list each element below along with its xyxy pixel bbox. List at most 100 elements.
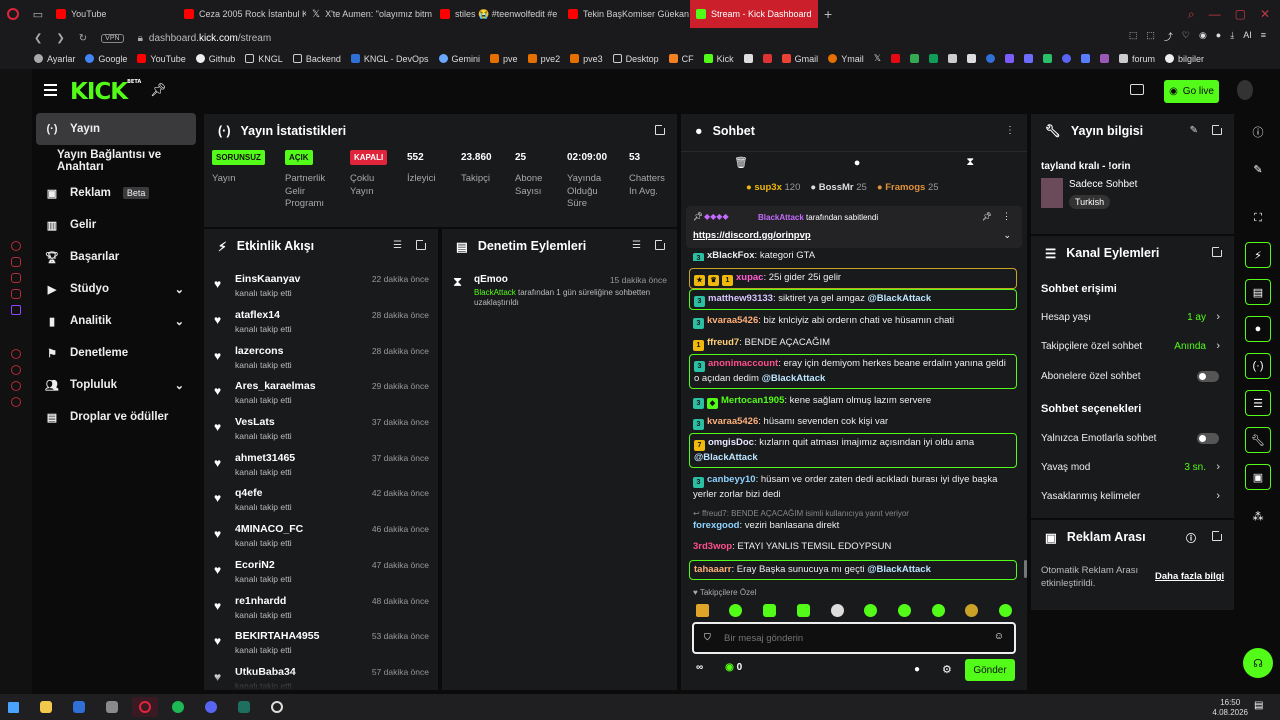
spotify-icon[interactable]: [165, 697, 191, 717]
bookmark-icon-only[interactable]: [966, 54, 976, 63]
reload-icon[interactable]: ↻: [79, 33, 87, 44]
setting-followers-only[interactable]: Takipçilere özel sohbet Anında ›: [1041, 338, 1226, 354]
workspace-icon[interactable]: ▭: [26, 0, 50, 28]
unpin-icon[interactable]: 📌︎: [982, 212, 992, 221]
bookmark[interactable]: Kick: [703, 54, 734, 64]
emote-icon[interactable]: [932, 604, 945, 617]
nav-item-denetleme[interactable]: ⚑ Denetleme: [32, 337, 202, 369]
expand-icon[interactable]: [416, 238, 428, 250]
settings-icon[interactable]: [11, 397, 21, 407]
search-tabs-icon[interactable]: ⌕: [1188, 7, 1195, 22]
bookmark[interactable]: KNGL - DevOps: [350, 54, 429, 64]
emote-icon[interactable]: [696, 604, 709, 617]
bookmark-icon-only[interactable]: [1004, 54, 1014, 63]
chat-bubble-icon[interactable]: ●: [1245, 316, 1271, 342]
downloads-icon[interactable]: [11, 381, 21, 391]
help-icon[interactable]: ☊: [1243, 648, 1273, 678]
leader[interactable]: ● sup3x 120: [746, 182, 800, 193]
setting-account-age[interactable]: Hesap yaşı 1 ay ›: [1041, 309, 1226, 325]
sidebar-app-icon[interactable]: [11, 241, 21, 251]
bookmark[interactable]: bilgiler: [1164, 54, 1204, 64]
bookmark-icon-only[interactable]: [1023, 54, 1033, 63]
heart-icon[interactable]: ♡: [1182, 30, 1190, 43]
bookmark[interactable]: KNGL: [245, 54, 283, 64]
opera-logo-icon[interactable]: [0, 0, 26, 28]
leader[interactable]: ● Framogs 25: [877, 182, 939, 193]
emote-icon[interactable]: [831, 604, 844, 617]
emote-icon[interactable]: [864, 604, 877, 617]
bookmark[interactable]: Ayarlar: [34, 54, 75, 64]
pin-icon[interactable]: 📌︎: [150, 82, 167, 98]
edit-icon[interactable]: ✎: [1190, 125, 1198, 136]
moderated-user[interactable]: qEmoo: [474, 274, 508, 285]
bookmark[interactable]: pve3: [570, 54, 603, 64]
subscribers-only-toggle[interactable]: [1197, 370, 1219, 382]
bookmark-icon-only[interactable]: [909, 54, 919, 63]
emoji-icon[interactable]: ☺: [994, 631, 1004, 642]
filter-icon[interactable]: ☰: [393, 240, 402, 251]
url-field[interactable]: dashboard.kick.com/stream: [149, 33, 271, 44]
emote-icon[interactable]: [965, 604, 978, 617]
bookmark[interactable]: forum: [1118, 54, 1155, 64]
app-icon[interactable]: [99, 697, 125, 717]
expand-icon[interactable]: [655, 238, 667, 250]
emote-icon[interactable]: [763, 604, 776, 617]
chat-bubble-icon[interactable]: ●: [914, 664, 920, 675]
emote-only-toggle[interactable]: [1197, 432, 1219, 444]
category-name[interactable]: Sadece Sohbet: [1069, 179, 1137, 190]
nav-item-droplar[interactable]: ▤ Droplar ve ödüller: [32, 401, 202, 433]
bookmark[interactable]: Ymail: [828, 54, 864, 64]
maximize-icon[interactable]: ▢: [1235, 7, 1246, 21]
infinity-icon[interactable]: ∞: [696, 662, 703, 673]
nav-item-analitik[interactable]: ▮ Analitik ⌄: [32, 305, 202, 337]
chat-input[interactable]: [724, 630, 984, 646]
expand-icon[interactable]: [1212, 123, 1224, 135]
bookmark[interactable]: Gemini: [438, 54, 480, 64]
language-tag[interactable]: Turkish: [1069, 195, 1111, 209]
bookmark[interactable]: Github: [195, 54, 235, 64]
bookmark-icon-only[interactable]: [890, 54, 900, 63]
fullscreen-icon[interactable]: ⛶: [1245, 205, 1271, 231]
bookmark[interactable]: Google: [85, 54, 127, 64]
list-icon[interactable]: ☰: [1245, 390, 1271, 416]
nav-item-reklam[interactable]: ▣ Reklam Beta: [32, 177, 202, 209]
bookmark[interactable]: Gmail: [781, 54, 818, 64]
sidebar-app-icon[interactable]: [11, 289, 21, 299]
expand-icon[interactable]: [1212, 245, 1224, 257]
bookmark-icon-only[interactable]: [985, 54, 995, 63]
chevron-down-icon[interactable]: ⌄: [1003, 230, 1011, 241]
system-clock[interactable]: 16:50 4.08.2026: [1212, 698, 1248, 718]
translate-icon[interactable]: ◉: [1199, 30, 1207, 43]
emote-icon[interactable]: [797, 604, 810, 617]
bookmark-icon-only[interactable]: [1080, 54, 1090, 63]
bolt-icon[interactable]: ⚡︎: [1245, 242, 1271, 268]
more-icon[interactable]: ⋮: [1002, 211, 1011, 222]
gear-icon[interactable]: ⚙: [942, 663, 952, 676]
document-icon[interactable]: ▤: [1245, 279, 1271, 305]
sidebar-app-icon[interactable]: [11, 273, 21, 283]
browser-tab-active[interactable]: Stream - Kick Dashboard: [690, 0, 818, 28]
apps-icon[interactable]: ⁂: [1245, 503, 1271, 529]
file-explorer-icon[interactable]: [33, 697, 59, 717]
chat-input-box[interactable]: ⛉ ☺: [692, 622, 1016, 654]
bookmark-icon-only[interactable]: [1099, 54, 1109, 63]
bookmark-icon-only[interactable]: [1061, 54, 1071, 63]
notification-icon[interactable]: ▤: [1254, 700, 1263, 711]
twitch-icon[interactable]: [11, 305, 21, 315]
go-live-button[interactable]: ◉ Go live: [1164, 80, 1219, 103]
broadcast-icon[interactable]: (·): [1245, 353, 1271, 379]
setting-slow-mode[interactable]: Yavaş mod 3 sn. ›: [1041, 459, 1226, 475]
sidebar-app-icon[interactable]: [11, 257, 21, 267]
hourglass-icon[interactable]: ⧗: [966, 156, 974, 169]
bookmark-icon-only[interactable]: 𝕏: [874, 53, 881, 64]
github-icon[interactable]: ●: [1216, 30, 1221, 43]
filter-icon[interactable]: ☰: [632, 240, 641, 251]
nav-item-studyo[interactable]: ▶ Stüdyo ⌄: [32, 273, 202, 305]
bookmark-icon-only[interactable]: [947, 54, 957, 63]
more-icon[interactable]: ⋮: [1005, 125, 1015, 136]
chat-bubble-icon[interactable]: ●: [854, 157, 861, 169]
browser-tab[interactable]: Ceza 2005 Rock İstanbul K: [178, 0, 306, 28]
ai-button[interactable]: AI: [1243, 30, 1252, 43]
bookmark[interactable]: Backend: [292, 54, 341, 64]
bookmark[interactable]: pve2: [527, 54, 560, 64]
